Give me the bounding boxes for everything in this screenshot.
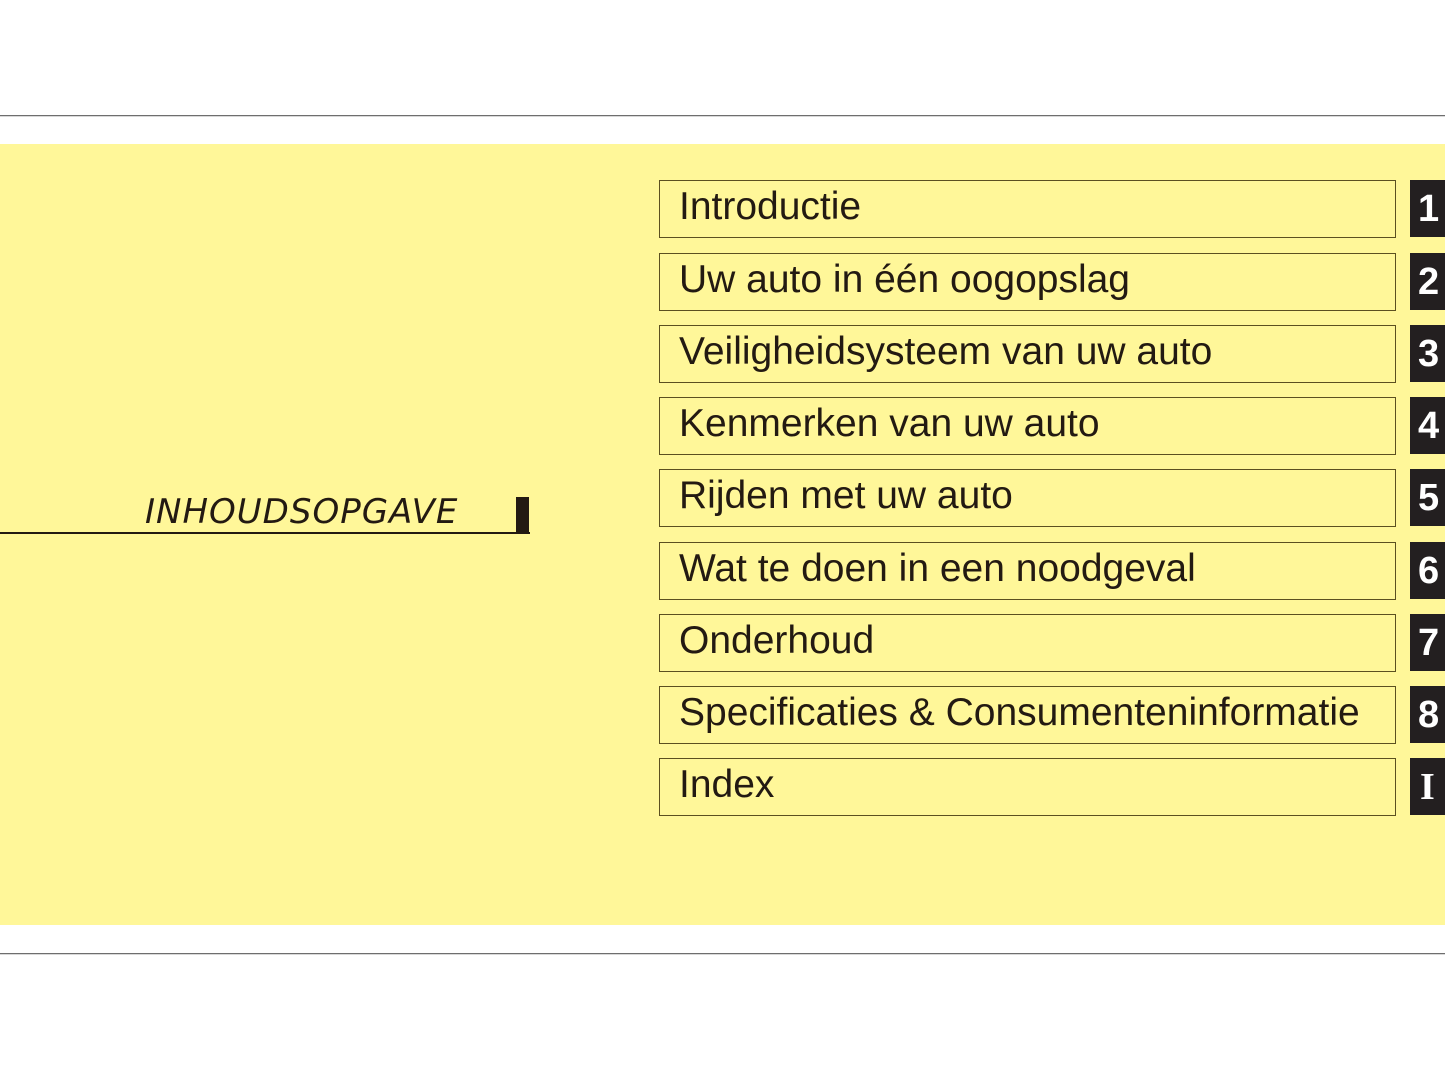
toc-item-box[interactable]: Introductie <box>659 180 1396 238</box>
chapter-tab-number: 5 <box>1418 477 1440 519</box>
toc-item-label: Specificaties & Consumenteninformatie <box>679 691 1360 734</box>
toc-item-introductie[interactable]: Introductie 1 <box>659 180 1445 238</box>
heading-marker <box>516 497 529 534</box>
toc-item-safety[interactable]: Veiligheidsysteem van uw auto 3 <box>659 325 1445 383</box>
chapter-tab-7[interactable]: 7 <box>1410 614 1445 671</box>
chapter-tab-8[interactable]: 8 <box>1410 686 1445 743</box>
toc-item-label: Veiligheidsysteem van uw auto <box>679 330 1213 373</box>
toc-item-emergency[interactable]: Wat te doen in een noodgeval 6 <box>659 542 1445 600</box>
chapter-tab-number: 4 <box>1418 405 1440 447</box>
toc-item-label: Onderhoud <box>679 619 875 662</box>
toc-item-label: Introductie <box>679 185 862 228</box>
toc-item-box[interactable]: Index <box>659 758 1396 816</box>
toc-item-box[interactable]: Onderhoud <box>659 614 1396 672</box>
contents-heading: INHOUDSOPGAVE <box>0 488 530 536</box>
chapter-tab-3[interactable]: 3 <box>1410 325 1445 382</box>
chapter-tab-2[interactable]: 2 <box>1410 253 1445 310</box>
toc-item-label: Index <box>679 763 775 806</box>
bottom-divider <box>0 953 1445 954</box>
chapter-tab-4[interactable]: 4 <box>1410 397 1445 454</box>
toc-item-label: Rijden met uw auto <box>679 474 1013 517</box>
toc-item-box[interactable]: Uw auto in één oogopslag <box>659 253 1396 311</box>
chapter-tab-number: 7 <box>1418 622 1440 664</box>
top-divider <box>0 115 1445 116</box>
page-title: INHOUDSOPGAVE <box>145 492 459 532</box>
chapter-tab-5[interactable]: 5 <box>1410 469 1445 526</box>
chapter-tab-number: 2 <box>1418 261 1440 303</box>
chapter-tab-number: I <box>1420 766 1435 808</box>
toc-item-driving[interactable]: Rijden met uw auto 5 <box>659 469 1445 527</box>
chapter-tab-index[interactable]: I <box>1410 758 1445 815</box>
chapter-tab-number: 1 <box>1418 188 1440 230</box>
heading-underline <box>0 532 530 534</box>
toc-item-label: Uw auto in één oogopslag <box>679 258 1130 301</box>
toc-item-specifications[interactable]: Specificaties & Consumenteninformatie 8 <box>659 686 1445 744</box>
chapter-tab-1[interactable]: 1 <box>1410 180 1445 237</box>
chapter-tab-6[interactable]: 6 <box>1410 542 1445 599</box>
toc-item-box[interactable]: Veiligheidsysteem van uw auto <box>659 325 1396 383</box>
toc-item-box[interactable]: Specificaties & Consumenteninformatie <box>659 686 1396 744</box>
toc-item-maintenance[interactable]: Onderhoud 7 <box>659 614 1445 672</box>
toc-item-overview[interactable]: Uw auto in één oogopslag 2 <box>659 253 1445 311</box>
chapter-tab-number: 3 <box>1418 333 1440 375</box>
toc-item-label: Kenmerken van uw auto <box>679 402 1100 445</box>
chapter-tab-number: 6 <box>1418 550 1440 592</box>
toc-item-box[interactable]: Wat te doen in een noodgeval <box>659 542 1396 600</box>
toc-item-index[interactable]: Index I <box>659 758 1445 816</box>
toc-item-box[interactable]: Rijden met uw auto <box>659 469 1396 527</box>
chapter-tab-number: 8 <box>1418 694 1440 736</box>
toc-item-features[interactable]: Kenmerken van uw auto 4 <box>659 397 1445 455</box>
toc-item-box[interactable]: Kenmerken van uw auto <box>659 397 1396 455</box>
toc-item-label: Wat te doen in een noodgeval <box>679 547 1196 590</box>
